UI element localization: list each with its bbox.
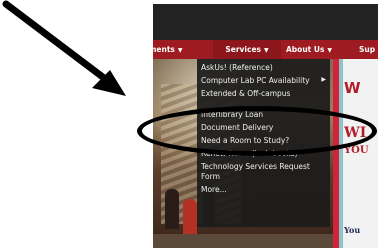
main-navigation: tments▼ Services▼ About Us▼ Sup (153, 40, 378, 59)
menu-item-tech-services-request[interactable]: Technology Services Request Form (197, 160, 330, 183)
library-website: tments▼ Services▼ About Us▼ Sup W WI YOU… (153, 4, 378, 248)
services-dropdown-menu: AskUs! (Reference) Computer Lab PC Avail… (197, 59, 330, 227)
promo-banner[interactable]: W WI YOU You (333, 59, 378, 248)
photo-person (165, 189, 179, 229)
nav-services[interactable]: Services ▼ (213, 40, 281, 59)
nav-services-label: Services (225, 45, 262, 54)
promo-bottom-text: You (344, 225, 361, 235)
chevron-down-icon: ▼ (264, 47, 269, 54)
nav-about-label: About Us (286, 45, 325, 54)
menu-item-interlibrary-loan[interactable]: Interlibrary Loan (197, 108, 330, 121)
nav-departments-label: tments (153, 45, 175, 54)
nav-about-us[interactable]: About Us ▼ (286, 40, 332, 59)
photo-floor (153, 234, 333, 248)
menu-item-computer-lab-label: Computer Lab PC Availability (201, 75, 310, 85)
menu-item-renew-items[interactable]: Renew Items (incl. books) (197, 147, 330, 160)
menu-item-document-delivery[interactable]: Document Delivery (197, 121, 330, 134)
photo-person (183, 199, 197, 239)
menu-item-askus[interactable]: AskUs! (Reference) (197, 61, 330, 74)
logo-icon: W (344, 79, 361, 97)
nav-departments[interactable]: tments▼ (153, 40, 183, 59)
menu-item-study-room[interactable]: Need a Room to Study? (197, 134, 330, 147)
promo-stripe (339, 59, 343, 248)
site-header (153, 4, 378, 40)
chevron-down-icon: ▼ (327, 47, 333, 54)
menu-item-computer-lab[interactable]: Computer Lab PC Availability ▶ (197, 74, 330, 87)
nav-support-label: Sup (359, 45, 376, 54)
chevron-right-icon: ▶ (321, 76, 326, 83)
promo-headline: WI (344, 125, 367, 141)
menu-item-extended-off-campus[interactable]: Extended & Off-campus (197, 87, 330, 100)
promo-subline: YOU (344, 145, 369, 156)
menu-item-more[interactable]: More... (197, 183, 330, 196)
annotation-arrow (2, 0, 126, 96)
chevron-down-icon: ▼ (177, 47, 183, 54)
nav-support[interactable]: Sup (359, 40, 375, 59)
